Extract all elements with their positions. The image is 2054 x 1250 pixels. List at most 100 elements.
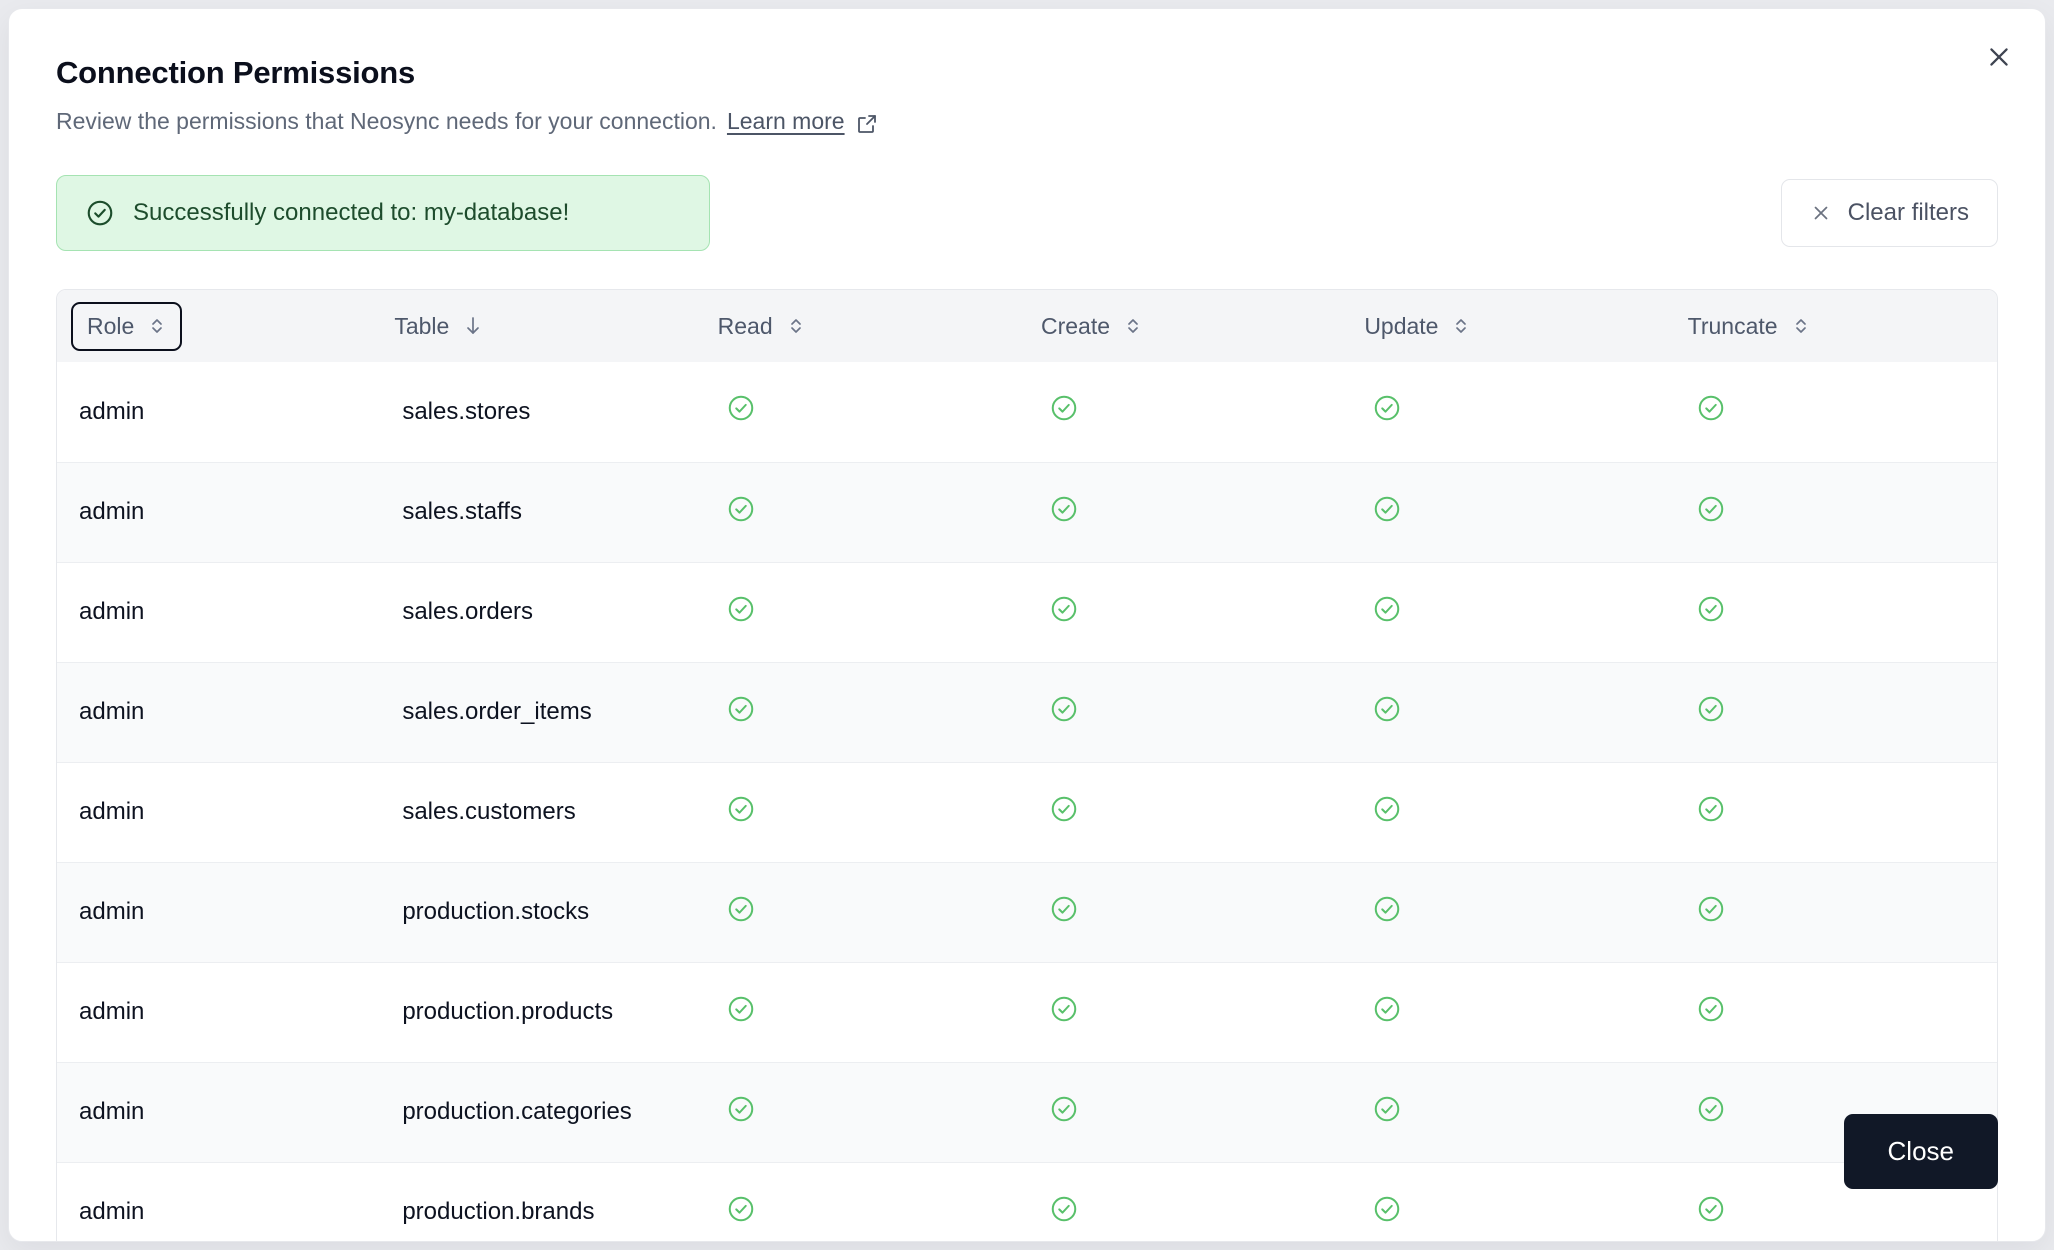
check-circle-icon [1049,494,1079,524]
column-header-table[interactable]: Table [380,290,703,362]
cell-table: sales.orders [380,561,704,663]
cell-role: admin [57,861,381,963]
cell-truncate [1673,661,1997,763]
check-circle-icon [726,694,756,724]
cell-role: admin [57,661,381,763]
column-header-table-label: Table [394,312,450,339]
chevron-up-down-icon [1124,316,1142,336]
dialog-content: Connection Permissions Review the permis… [9,9,2045,1241]
cell-truncate [1673,961,1997,1063]
close-button[interactable]: Close [1843,1113,1998,1189]
learn-more-link[interactable]: Learn more [727,107,845,137]
cell-update [1350,362,1673,462]
column-header-create[interactable]: Create [1027,290,1350,362]
check-circle-icon [1372,494,1402,524]
column-header-update-button[interactable]: Update [1350,304,1484,349]
cell-update [1350,761,1674,863]
success-banner-text: Successfully connected to: my-database! [133,199,570,227]
column-header-role-label: Role [87,312,135,339]
check-circle-icon [1049,393,1079,423]
cell-create [1026,461,1351,563]
check-circle-icon [1696,794,1726,824]
column-header-table-button[interactable]: Table [380,304,497,349]
column-header-read-button[interactable]: Read [704,304,819,349]
column-header-update-label: Update [1364,312,1439,339]
check-circle-icon [1696,393,1726,423]
chevron-up-down-icon [1452,316,1470,336]
check-circle-icon [726,494,756,524]
check-circle-icon [1049,794,1079,824]
check-circle-icon [1696,494,1726,524]
clear-filters-button[interactable]: Clear filters [1780,179,1998,248]
table-row: admin sales.customers [57,761,1997,863]
column-header-role[interactable]: Role [57,290,380,362]
success-banner: Successfully connected to: my-database! [56,175,710,252]
column-header-update[interactable]: Update [1350,290,1673,362]
cell-read [703,961,1027,1063]
cell-read [703,561,1027,663]
check-circle-icon [1696,594,1726,624]
column-header-create-button[interactable]: Create [1027,304,1156,349]
chevron-up-down-icon [1792,316,1810,336]
cell-role: admin [79,397,145,425]
dialog-close-icon[interactable] [1979,37,2019,77]
check-circle-icon [726,894,756,924]
cell-create [1026,561,1351,663]
column-header-read-label: Read [717,312,773,339]
cell-update [1350,561,1674,663]
cell-update [1350,861,1674,963]
cell-create [1026,761,1351,863]
cell-table: production.products [380,961,704,1063]
check-circle-icon [1696,994,1726,1024]
table-row: admin sales.staffs [57,461,1997,563]
table-header: Role Table Read Create Update Truncate [57,290,1997,363]
cell-update [1350,961,1674,1063]
external-link-icon[interactable] [855,112,879,136]
cell-update [1350,661,1674,763]
check-circle-icon [1372,694,1402,724]
cell-truncate [1673,761,1997,863]
column-header-truncate[interactable]: Truncate [1674,290,1997,362]
check-circle-icon [1049,694,1079,724]
cell-read [703,761,1027,863]
page-title: Connection Permissions [56,55,416,90]
check-circle-icon [1696,694,1726,724]
cell-table: sales.customers [380,761,704,863]
chevron-up-down-icon [787,316,805,336]
cell-table: sales.staffs [380,461,704,563]
cell-create [1027,362,1350,462]
check-circle-icon [1049,994,1079,1024]
column-header-truncate-button[interactable]: Truncate [1674,304,1824,349]
cell-role: admin [57,961,381,1063]
chevron-up-down-icon [148,316,166,336]
cell-read [703,461,1027,563]
check-circle-icon [1372,994,1402,1024]
cell-read [703,861,1027,963]
clear-filters-label: Clear filters [1847,199,1969,227]
column-header-read[interactable]: Read [704,290,1027,362]
cell-table: sales.stores [402,397,531,425]
column-header-role-button[interactable]: Role [71,301,183,351]
check-circle-icon [726,594,756,624]
check-circle-icon [1372,594,1402,624]
check-circle-icon [1372,894,1402,924]
cell-role: admin [57,561,381,663]
check-circle-icon [85,198,115,228]
table-row: admin sales.order_items [57,661,1997,763]
cell-role: admin [57,461,381,563]
column-header-truncate-label: Truncate [1687,312,1778,339]
banner-row: Successfully connected to: my-database! … [56,175,1998,252]
cell-create [1026,661,1351,763]
cell-create [1026,961,1351,1063]
cell-truncate [1673,461,1997,563]
dialog-footer: Close [9,1061,2045,1241]
subtitle-text: Review the permissions that Neosync need… [56,108,717,135]
cell-truncate [1673,861,1997,963]
cell-read [704,362,1027,462]
table-row: admin production.stocks [57,861,1997,963]
column-header-create-label: Create [1040,312,1111,339]
table-header-row: Role Table Read Create Update Truncate [57,290,1997,363]
check-circle-icon [1696,894,1726,924]
cell-role: admin [57,761,381,863]
cell-update [1350,461,1674,563]
